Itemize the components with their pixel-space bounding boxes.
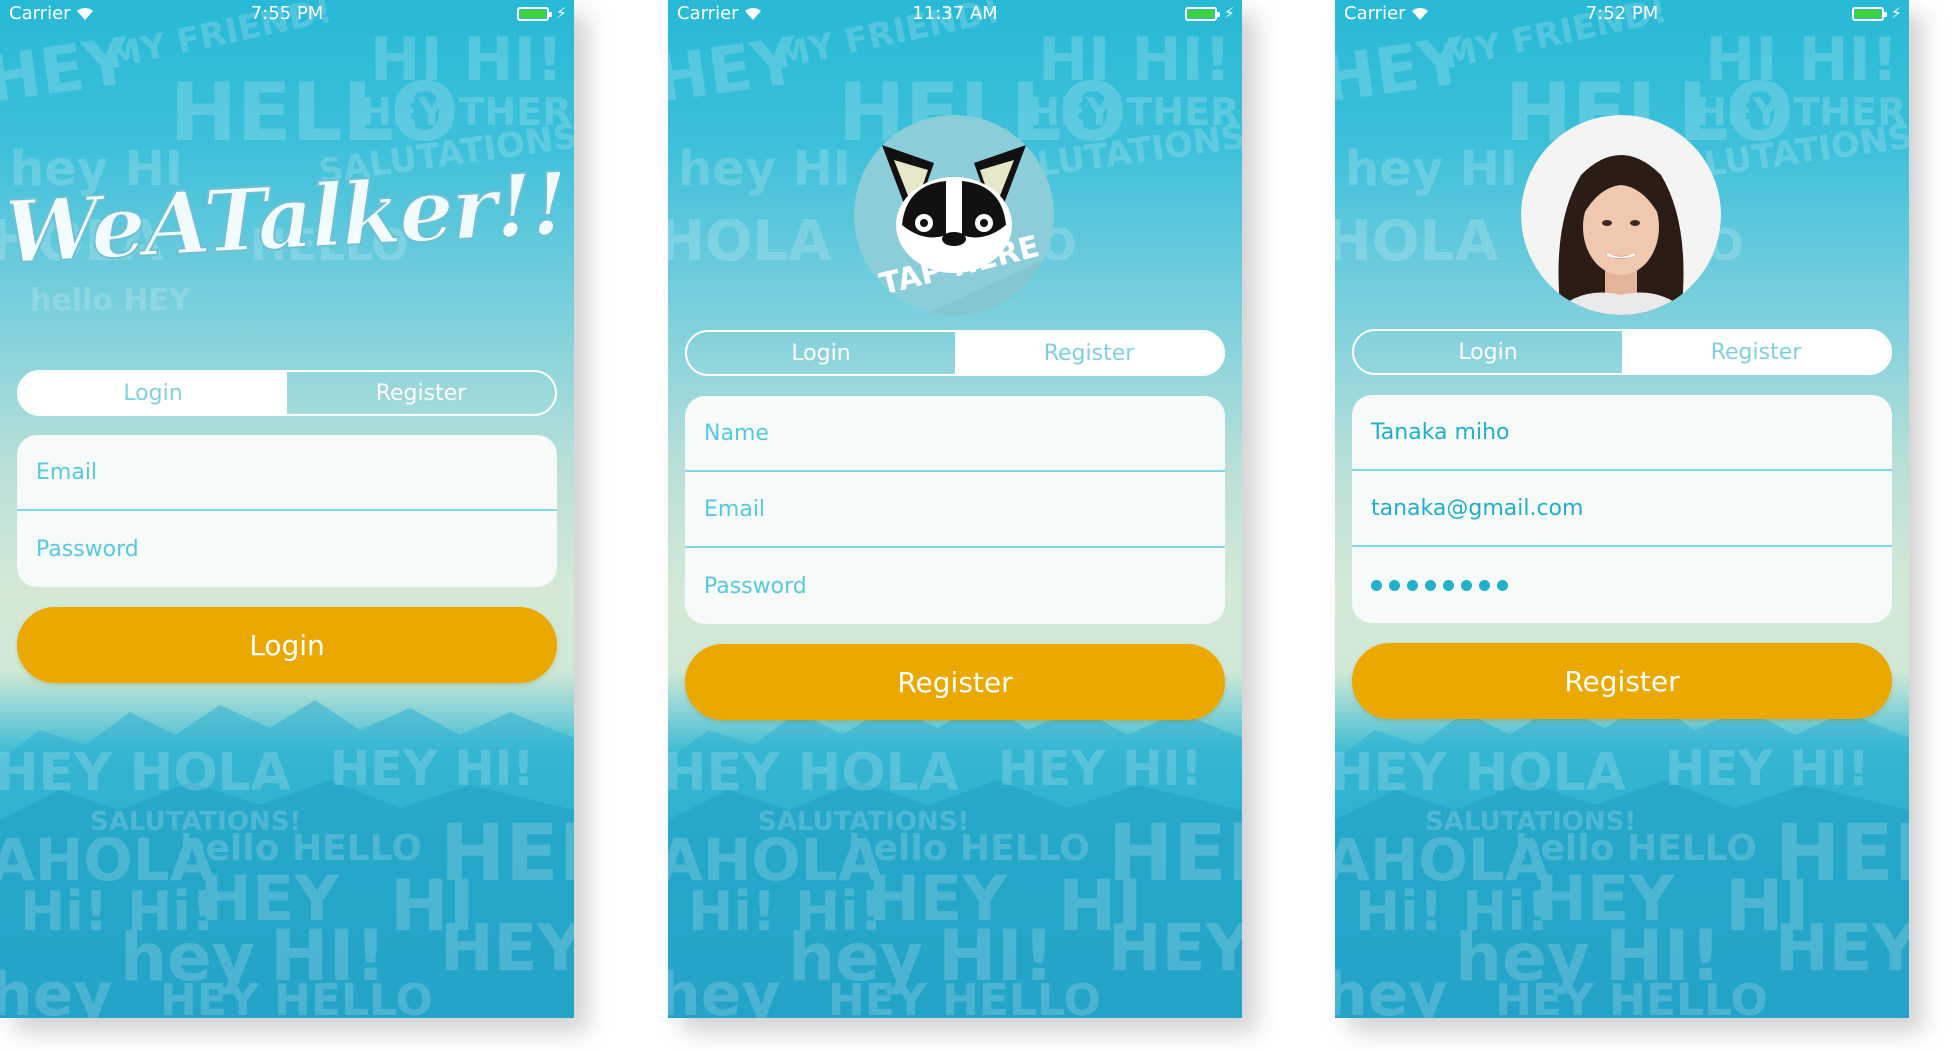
login-form: Email Password [17, 435, 557, 587]
svg-text:hey: hey [0, 960, 113, 1018]
tab-login[interactable]: Login [1354, 331, 1622, 373]
svg-text:HEY: HEY [440, 912, 574, 986]
avatar-picker[interactable]: TAP HERE [854, 115, 1054, 315]
tab-login[interactable]: Login [687, 332, 955, 374]
logo-text: WeATalker!! [10, 153, 560, 283]
svg-text:HEY HOLA: HEY HOLA [668, 743, 959, 803]
auth-segmented-control: Login Register [17, 370, 557, 416]
user-avatar[interactable] [1521, 115, 1721, 315]
status-bar: Carrier 7:52 PM ⚡ [1335, 0, 1909, 28]
svg-text:HEY HI!: HEY HI! [1665, 741, 1869, 797]
battery-icon [1852, 7, 1887, 21]
charging-icon: ⚡ [1891, 4, 1902, 22]
svg-text:hey HI: hey HI [1345, 141, 1518, 197]
password-field[interactable] [1352, 547, 1892, 623]
status-time: 7:52 PM [1585, 3, 1659, 24]
password-dot [1479, 579, 1490, 591]
email-value: tanaka@gmail.com [1371, 495, 1584, 521]
password-field[interactable]: Password [17, 511, 557, 587]
svg-text:hey: hey [1335, 960, 1448, 1018]
tab-login[interactable]: Login [19, 372, 287, 414]
login-button[interactable]: Login [17, 607, 557, 683]
email-field[interactable]: Email [685, 472, 1225, 548]
svg-text:HEY HELLO: HEY HELLO [160, 975, 433, 1018]
svg-text:HEY HI!: HEY HI! [998, 741, 1202, 797]
battery-icon [1185, 7, 1220, 21]
register-form: Name Email Password [685, 396, 1225, 624]
svg-text:hey HI: hey HI [678, 141, 851, 197]
svg-text:hey: hey [668, 960, 781, 1018]
svg-text:HEY: HEY [1108, 912, 1242, 986]
svg-text:HOLA: HOLA [668, 209, 832, 274]
register-screen-empty: HEY MY FRIEND! HELLO HI HI! HEY THERE SA… [668, 0, 1242, 1018]
status-time: 11:37 AM [912, 3, 998, 24]
password-placeholder: Password [36, 536, 139, 562]
tab-register[interactable]: Register [287, 372, 555, 414]
battery-icon [517, 7, 552, 21]
svg-text:HEY: HEY [1775, 912, 1909, 986]
name-placeholder: Name [704, 420, 769, 446]
status-bar: Carrier 11:37 AM ⚡ [668, 0, 1242, 28]
auth-segmented-control: Login Register [1352, 329, 1892, 375]
svg-text:HI HI!: HI HI! [1705, 25, 1898, 95]
svg-text:HOLA: HOLA [1335, 209, 1499, 274]
password-dot [1425, 579, 1436, 591]
password-field[interactable]: Password [685, 548, 1225, 624]
svg-text:HEY HELLO: HEY HELLO [828, 975, 1101, 1018]
email-field[interactable]: tanaka@gmail.com [1352, 471, 1892, 547]
auth-segmented-control: Login Register [685, 330, 1225, 376]
name-field[interactable]: Tanaka miho [1352, 395, 1892, 471]
tab-register[interactable]: Register [955, 332, 1223, 374]
password-dot [1497, 579, 1508, 591]
svg-text:HI HI!: HI HI! [1038, 25, 1231, 95]
password-dot [1461, 579, 1472, 591]
login-screen: HEY MY FRIEND! HELLO HI HI! HEY THERE SA… [0, 0, 574, 1018]
svg-text:HI HI!: HI HI! [370, 25, 563, 95]
tab-register[interactable]: Register [1622, 331, 1890, 373]
password-dot [1371, 579, 1382, 591]
charging-icon: ⚡ [556, 4, 567, 22]
register-form: Tanaka miho tanaka@gmail.com [1352, 395, 1892, 623]
password-dot [1389, 579, 1400, 591]
svg-text:HEY HI!: HEY HI! [330, 741, 534, 797]
register-screen-filled: HEY MY FRIEND! HELLO HI HI! HEY THERE SA… [1335, 0, 1909, 1018]
dog-placeholder-icon: TAP HERE [854, 115, 1054, 315]
email-placeholder: Email [704, 496, 766, 522]
svg-text:HEY HOLA: HEY HOLA [0, 743, 291, 803]
status-bar: Carrier 7:55 PM ⚡ [0, 0, 574, 28]
email-field[interactable]: Email [17, 435, 557, 511]
status-time: 7:55 PM [250, 3, 324, 24]
user-photo [1521, 115, 1721, 315]
password-dot [1443, 579, 1454, 591]
email-placeholder: Email [36, 459, 98, 485]
charging-icon: ⚡ [1224, 4, 1235, 22]
svg-text:HEY HELLO: HEY HELLO [1495, 975, 1768, 1018]
register-button[interactable]: Register [685, 644, 1225, 720]
password-mask [1371, 579, 1508, 591]
password-dot [1407, 579, 1418, 591]
app-logo: WeATalker!! [10, 152, 560, 284]
name-value: Tanaka miho [1371, 419, 1510, 445]
svg-text:HEY HOLA: HEY HOLA [1335, 743, 1626, 803]
register-button[interactable]: Register [1352, 643, 1892, 719]
name-field[interactable]: Name [685, 396, 1225, 472]
password-placeholder: Password [704, 573, 807, 599]
